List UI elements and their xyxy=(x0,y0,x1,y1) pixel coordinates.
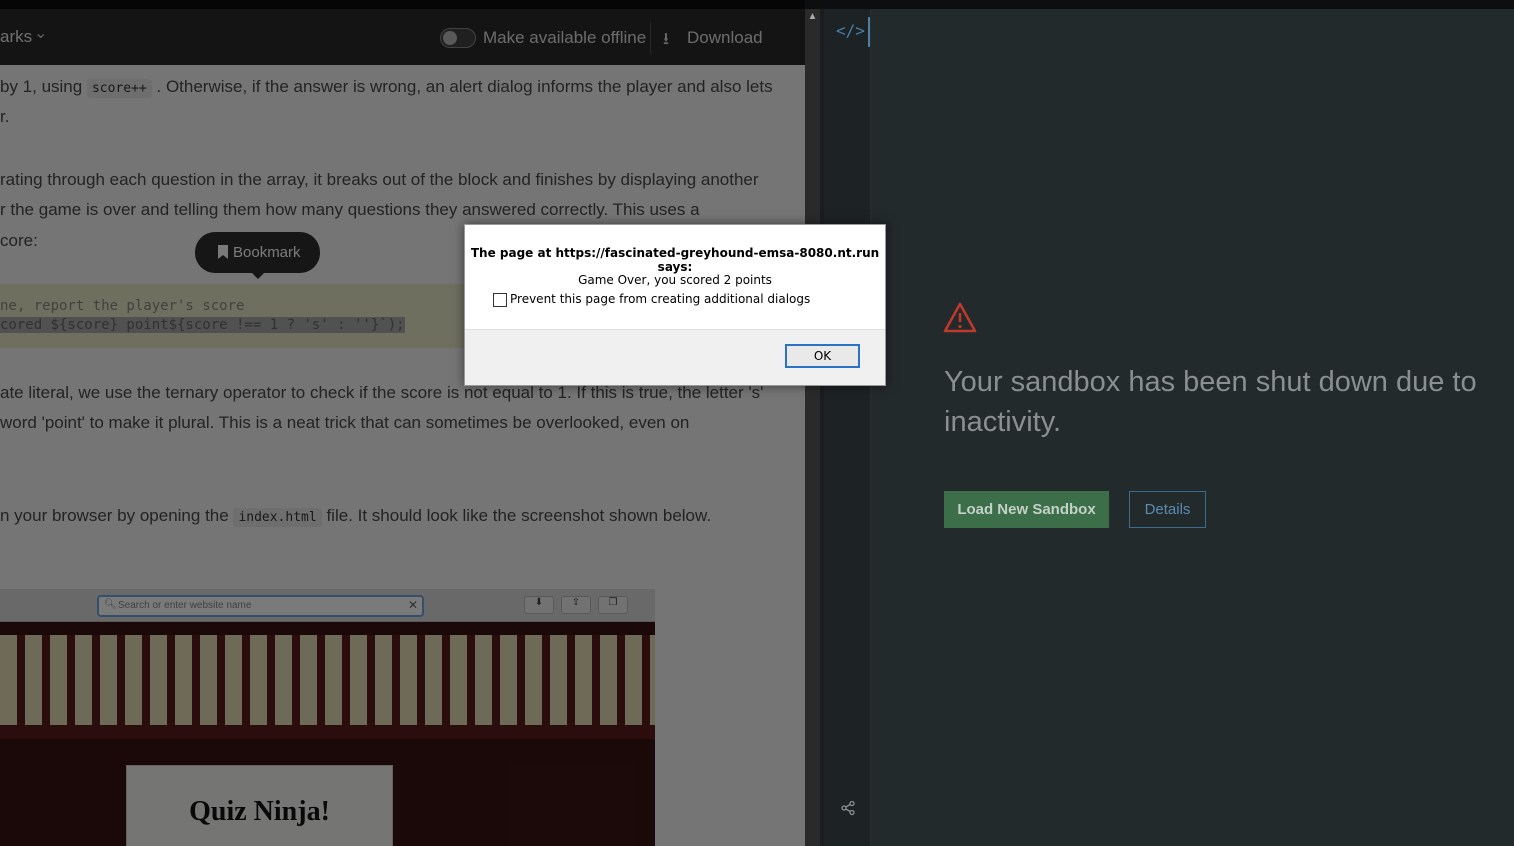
ok-button[interactable]: OK xyxy=(785,344,860,368)
paragraph-line: core: xyxy=(0,231,38,250)
awning-trim xyxy=(0,725,655,739)
screenshot-search-box: 🔍︎ Search or enter website name ✕ xyxy=(97,595,424,617)
paragraph-line: by 1, using score++ . Otherwise, if the … xyxy=(0,77,773,98)
paragraph-line: r the game is over and telling them how … xyxy=(0,200,700,219)
code-line-selected: cored ${score} point${score !== 1 ? 's' … xyxy=(0,317,405,333)
prevent-dialogs-checkbox[interactable] xyxy=(493,293,507,307)
code-icon[interactable]: </> xyxy=(836,21,865,40)
search-placeholder: Search or enter website name xyxy=(118,600,252,611)
bookmark-label: Bookmark xyxy=(233,244,301,261)
inline-code: index.html xyxy=(233,508,322,527)
paragraph-line: rating through each question in the arra… xyxy=(0,170,759,189)
search-icon: 🔍︎ xyxy=(104,599,117,610)
header-divider xyxy=(650,22,651,54)
quiz-title: Quiz Ninja! xyxy=(189,796,330,827)
chevron-down-icon[interactable]: ⌄ xyxy=(34,23,47,43)
bookmark-tooltip[interactable]: Bookmark xyxy=(195,232,320,279)
dialog-body: The page at https://fascinated-greyhound… xyxy=(465,225,885,330)
toggle-knob xyxy=(443,31,457,45)
text-span: n your browser by opening the xyxy=(0,506,229,525)
sandbox-message: Your sandbox has been shut down due to i… xyxy=(944,366,1477,438)
active-indicator xyxy=(868,17,870,47)
alert-dialog: The page at https://fascinated-greyhound… xyxy=(464,224,886,386)
bookmarks-menu-label[interactable]: arks xyxy=(0,27,32,47)
text-span: file. It should look like the screenshot… xyxy=(326,506,712,525)
bookmark-icon xyxy=(218,245,228,259)
share-icon[interactable] xyxy=(840,800,856,816)
reader-pane: arks ⌄ Make available offline ⭳ Download… xyxy=(0,9,805,846)
sandbox-panel: Your sandbox has been shut down due to i… xyxy=(871,9,1514,846)
ide-activity-bar: </> xyxy=(824,9,871,846)
load-new-sandbox-button[interactable]: Load New Sandbox xyxy=(944,491,1109,528)
reader-scrollbar[interactable]: ▲ xyxy=(805,9,820,846)
code-line: ne, report the player's score xyxy=(0,298,245,314)
offline-label: Make available offline xyxy=(483,28,647,47)
dialog-heading: The page at https://fascinated-greyhound… xyxy=(470,246,880,274)
download-icon[interactable]: ⭳ xyxy=(663,26,669,55)
offline-toggle[interactable] xyxy=(440,28,476,48)
paragraph-line: word 'point' to make it plural. This is … xyxy=(0,413,690,432)
scroll-up-arrow[interactable]: ▲ xyxy=(805,11,820,22)
download-icon: ⬇ xyxy=(524,596,554,614)
reader-header: arks ⌄ Make available offline ⭳ Download xyxy=(0,9,805,65)
paragraph-line: n your browser by opening the index.html… xyxy=(0,506,712,527)
screenshot-browser-bar: 🔍︎ Search or enter website name ✕ ⬇ ⇪ ❐ xyxy=(0,589,655,622)
paragraph-line: r. xyxy=(0,107,10,126)
paragraph-line: ate literal, we use the ternary operator… xyxy=(0,383,764,402)
code-block: ne, report the player's score cored ${sc… xyxy=(0,284,470,348)
close-icon: ✕ xyxy=(407,598,418,612)
tooltip-arrow xyxy=(251,272,265,279)
awning-stripes xyxy=(0,635,655,725)
tabs-icon: ❐ xyxy=(598,596,628,614)
download-button[interactable]: Download xyxy=(687,28,763,48)
text-span: . Otherwise, if the answer is wrong, an … xyxy=(156,77,773,96)
details-button[interactable]: Details xyxy=(1129,491,1206,528)
prevent-dialogs-label[interactable]: Prevent this page from creating addition… xyxy=(510,292,810,306)
warning-icon xyxy=(943,302,977,333)
dialog-message: Game Over, you scored 2 points xyxy=(578,273,772,287)
embedded-screenshot: 🔍︎ Search or enter website name ✕ ⬇ ⇪ ❐ … xyxy=(0,589,655,846)
quiz-sign: Quiz Ninja! xyxy=(126,765,393,846)
text-span: by 1, using xyxy=(0,77,83,96)
inline-code: score++ xyxy=(86,79,152,98)
window-top-bar xyxy=(0,0,1514,9)
share-icon: ⇪ xyxy=(561,596,591,614)
